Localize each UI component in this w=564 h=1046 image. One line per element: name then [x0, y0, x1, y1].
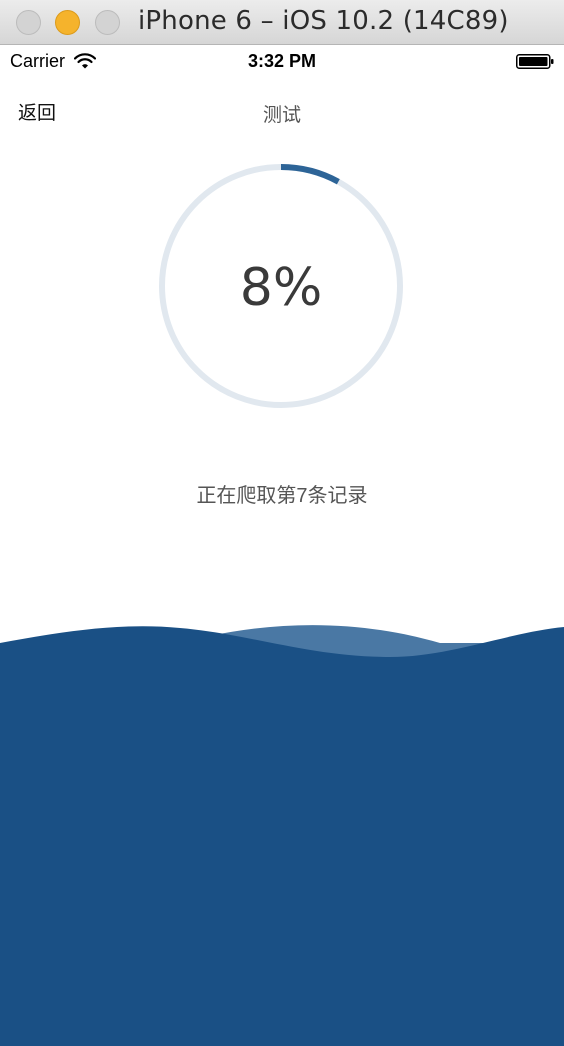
- zoom-window-button[interactable]: [95, 10, 120, 35]
- status-time: 3:32 PM: [247, 51, 317, 71]
- nav-title: 测试: [262, 105, 301, 126]
- close-window-button[interactable]: [16, 10, 41, 35]
- wave-front: [0, 626, 564, 1046]
- ios-status-bar: Carrier 3:32 PM: [0, 45, 564, 77]
- window-title: iPhone 6 – iOS 10.2 (14C89): [138, 6, 509, 36]
- simulator-window: iPhone 6 – iOS 10.2 (14C89) Carrier 3:32…: [0, 0, 564, 1046]
- wave-background: [0, 625, 564, 1046]
- window-title-bar: iPhone 6 – iOS 10.2 (14C89): [0, 0, 564, 45]
- minimize-window-button[interactable]: [55, 10, 80, 35]
- progress-percent: 8%: [239, 258, 323, 318]
- progress-message: 正在爬取第7条记录: [196, 485, 368, 507]
- battery-icon: [516, 54, 554, 69]
